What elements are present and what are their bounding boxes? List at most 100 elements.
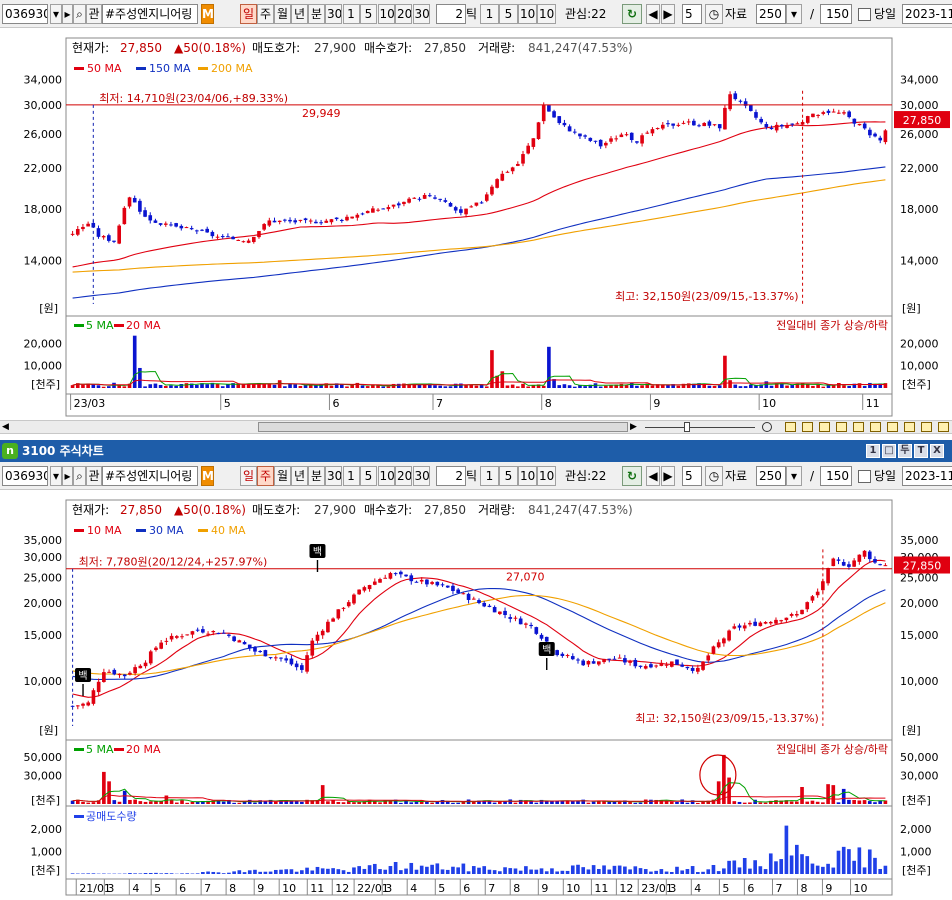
window-close-button[interactable]: X: [930, 444, 944, 458]
minute-3-button[interactable]: 10: [377, 466, 395, 486]
tool-icon-5[interactable]: [853, 422, 864, 432]
candle-body: [221, 632, 226, 634]
tool-icon-3[interactable]: [819, 422, 830, 432]
tool-icon-2[interactable]: [802, 422, 813, 432]
volume-bar: [331, 800, 335, 804]
period-weekly-button[interactable]: 주: [257, 4, 274, 24]
volume-bar: [794, 801, 799, 804]
tool-icon-4[interactable]: [836, 422, 847, 432]
tick-2-button[interactable]: 10: [518, 4, 537, 24]
period-minute-button[interactable]: 분: [308, 4, 325, 24]
candle-body: [117, 225, 121, 244]
related-icon[interactable]: 관: [86, 4, 102, 24]
tool-icon-8[interactable]: [904, 422, 915, 432]
code-dropdown-icon[interactable]: ▾: [50, 466, 62, 486]
next-arrow-icon[interactable]: ▸: [62, 4, 73, 24]
minute-0-button[interactable]: 30s: [325, 4, 342, 24]
m-menu-icon[interactable]: M: [201, 4, 214, 24]
period-monthly-button[interactable]: 월: [274, 466, 291, 486]
display-count-input[interactable]: 150: [820, 466, 852, 486]
tick-2-button[interactable]: 10: [518, 466, 537, 486]
m-menu-icon[interactable]: M: [201, 466, 214, 486]
date-input[interactable]: 2023-11-: [902, 4, 952, 24]
tool-icon-7[interactable]: [887, 422, 898, 432]
price-unit-right: [원]: [902, 724, 921, 737]
tick-1-button[interactable]: 5: [499, 4, 518, 24]
tick-3-button[interactable]: 10: [537, 466, 556, 486]
minute-4-button[interactable]: 20: [395, 466, 412, 486]
tick-1-button[interactable]: 5: [499, 466, 518, 486]
minute-1-button[interactable]: 1: [342, 4, 360, 24]
next-icon[interactable]: ▶: [661, 4, 675, 24]
minute-4-button[interactable]: 20: [395, 4, 412, 24]
display-count-input[interactable]: 150: [820, 4, 852, 24]
data-count-select[interactable]: 250: [756, 4, 786, 24]
tick-0-button[interactable]: 1: [480, 4, 499, 24]
same-day-checkbox[interactable]: [858, 470, 871, 483]
related-icon[interactable]: 관: [86, 466, 102, 486]
same-day-checkbox[interactable]: [858, 8, 871, 21]
search-icon[interactable]: ⌕: [73, 4, 86, 24]
period-yearly-button[interactable]: 년: [291, 466, 308, 486]
speed-input[interactable]: 5: [682, 466, 702, 486]
refresh-icon[interactable]: ↻: [622, 466, 642, 486]
date-input[interactable]: 2023-11-: [902, 466, 952, 486]
tick-3-button[interactable]: 10: [537, 4, 556, 24]
candle-body: [516, 163, 520, 166]
horizontal-scrollbar[interactable]: ◀ ▶: [0, 420, 952, 434]
stock-code-input[interactable]: 036930: [2, 466, 48, 486]
period-daily-button[interactable]: 일: [240, 466, 257, 486]
tool-icon-6[interactable]: [870, 422, 881, 432]
tick-0-button[interactable]: 1: [480, 466, 499, 486]
tool-icon-1[interactable]: [785, 422, 796, 432]
refresh-icon[interactable]: ↻: [622, 4, 642, 24]
minute-1-button[interactable]: 1: [342, 466, 360, 486]
clock-icon[interactable]: ◷: [705, 466, 723, 486]
minute-5-button[interactable]: 30: [412, 466, 430, 486]
volume-bar: [591, 801, 596, 804]
candle-body: [650, 129, 655, 134]
next-icon[interactable]: ▶: [661, 466, 675, 486]
scrollbar-thumb[interactable]: [258, 422, 628, 432]
minute-2-button[interactable]: 5: [360, 466, 377, 486]
volume-bar: [738, 386, 743, 388]
minute-5-button[interactable]: 30: [412, 4, 430, 24]
prev-icon[interactable]: ◀: [646, 4, 660, 24]
short-sale-bar: [748, 868, 752, 874]
scroll-right-icon[interactable]: ▶: [630, 422, 640, 432]
prev-icon[interactable]: ◀: [646, 466, 660, 486]
data-count-select[interactable]: 250: [756, 466, 786, 486]
zoom-slider-handle[interactable]: [684, 422, 690, 432]
minute-3-button[interactable]: 10: [377, 4, 395, 24]
scroll-left-icon[interactable]: ◀: [2, 422, 12, 432]
short-sale-bar: [815, 865, 820, 874]
tool-icon-9[interactable]: [921, 422, 932, 432]
period-minute-button[interactable]: 분: [308, 466, 325, 486]
candle-body: [440, 584, 445, 586]
window-split-button[interactable]: 두: [898, 444, 912, 458]
next-arrow-icon[interactable]: ▸: [62, 466, 73, 486]
data-count-dropdown-icon[interactable]: ▾: [786, 466, 802, 486]
tool-icon-10[interactable]: [938, 422, 949, 432]
magnifier-icon[interactable]: [762, 422, 772, 432]
code-dropdown-icon[interactable]: ▾: [50, 4, 62, 24]
stock-code-input[interactable]: 036930: [2, 4, 48, 24]
clock-icon[interactable]: ◷: [705, 4, 723, 24]
candle-body: [365, 210, 370, 214]
period-daily-button[interactable]: 일: [240, 4, 257, 24]
data-count-dropdown-icon[interactable]: ▾: [786, 4, 802, 24]
minute-0-button[interactable]: 30s: [325, 466, 342, 486]
period-monthly-button[interactable]: 월: [274, 4, 291, 24]
tick-value-input[interactable]: 2: [436, 466, 466, 486]
short-sale-bar: [680, 870, 685, 874]
minute-2-button[interactable]: 5: [360, 4, 377, 24]
period-weekly-button[interactable]: 주: [257, 466, 274, 486]
window-pin-button[interactable]: T: [914, 444, 928, 458]
tick-value-input[interactable]: 2: [436, 4, 466, 24]
speed-input[interactable]: 5: [682, 4, 702, 24]
search-icon[interactable]: ⌕: [73, 466, 86, 486]
period-yearly-button[interactable]: 년: [291, 4, 308, 24]
volume-bar: [143, 386, 147, 388]
window-restore-button[interactable]: □: [882, 444, 896, 458]
window-num-button[interactable]: 1: [866, 444, 880, 458]
